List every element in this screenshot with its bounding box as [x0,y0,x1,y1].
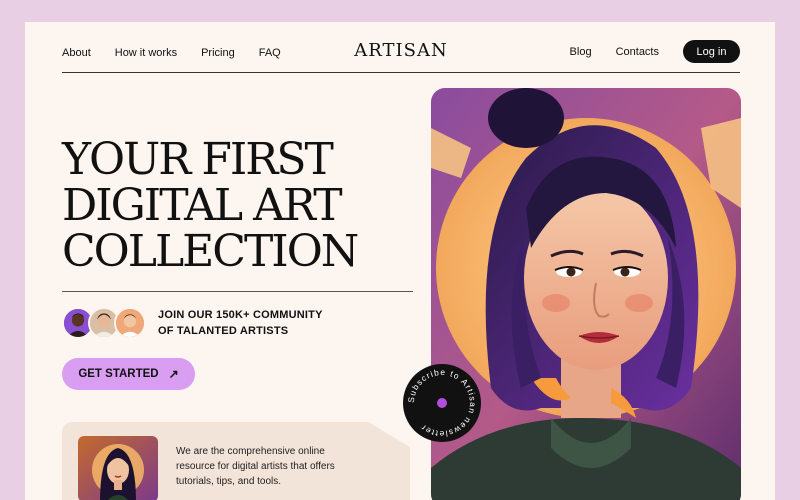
arrow-up-right-icon: ↗ [168,367,179,381]
community-text: JOIN OUR 150K+ COMMUNITY OF TALANTED ART… [158,307,358,339]
artwork-thumbnail[interactable] [78,436,158,500]
avatar [114,307,146,339]
nav-divider [62,72,740,73]
nav-link-about[interactable]: About [62,46,91,60]
nav-link-pricing[interactable]: Pricing [201,46,235,60]
community-avatars [62,307,152,341]
hero-title: YOUR FIRST DIGITAL ART COLLECTION [62,137,422,275]
nav-link-blog[interactable]: Blog [570,45,592,59]
get-started-button[interactable]: GET STARTED ↗ [62,358,195,390]
landing-page: About How it works Pricing FAQ ARTISAN B… [25,22,775,500]
hero-title-line-2: DIGITAL ART [62,180,343,231]
login-button[interactable]: Log in [683,40,740,63]
brand-logo[interactable]: ARTISAN [354,40,447,62]
hero-divider [62,291,413,292]
nav-links-left: About How it works Pricing FAQ [62,46,305,60]
badge-dot-icon [437,398,447,408]
nav-links-right: Blog Contacts Log in [570,40,740,63]
hero-title-line-1: YOUR FIRST [62,134,334,185]
community-line-1: JOIN OUR 150K+ COMMUNITY [158,309,323,321]
get-started-label: GET STARTED [78,368,159,380]
top-navigation: About How it works Pricing FAQ ARTISAN B… [62,40,740,73]
nav-link-faq[interactable]: FAQ [259,46,281,60]
nav-link-how-it-works[interactable]: How it works [115,46,177,60]
nav-link-contacts[interactable]: Contacts [616,45,659,59]
info-card: We are the comprehensive online resource… [62,422,410,500]
community-line-2: OF TALANTED ARTISTS [158,325,289,337]
subscribe-newsletter-badge[interactable]: Subscribe to Artisan newsletter [403,364,481,442]
hero-title-line-3: COLLECTION [62,226,359,277]
info-description: We are the comprehensive online resource… [176,446,335,487]
